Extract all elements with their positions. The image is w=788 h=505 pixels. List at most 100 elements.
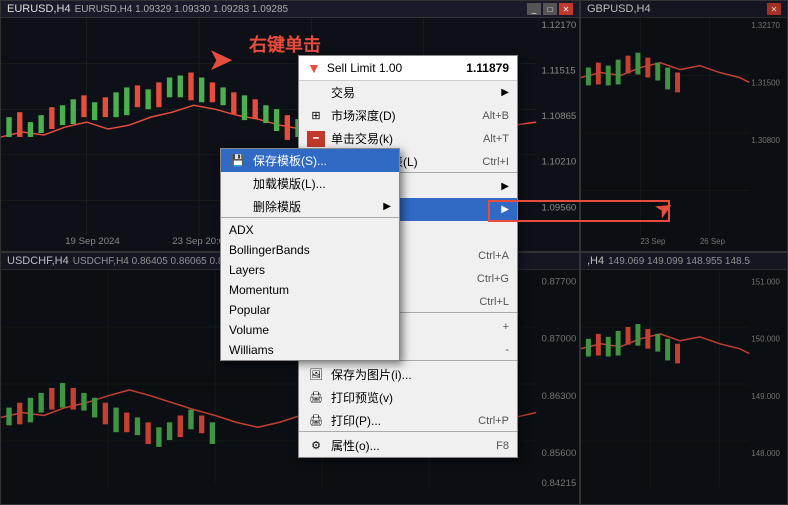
svg-text:1.30800: 1.30800 <box>751 136 780 145</box>
market-depth-label: 市场深度(D) <box>331 107 476 124</box>
main-container: EURUSD,H4 EURUSD,H4 1.09329 1.09330 1.09… <box>0 0 788 505</box>
print-preview-icon: 🖨 <box>307 390 325 406</box>
trade-label: 交易 <box>331 84 491 101</box>
properties-icon: ⚙ <box>307 438 325 454</box>
gbpusd-title: GBPUSD,H4 <box>587 3 651 15</box>
delete-submenu-arrow: ▶ <box>383 201 391 212</box>
period-submenu-arrow: ▶ <box>501 181 509 192</box>
menu-item-trade[interactable]: 交易 ▶ <box>299 81 517 104</box>
gbpusd-svg: 1.32170 1.31500 1.30800 23 Sep 26 Sep <box>581 18 787 248</box>
one-click-icon: ━ <box>307 131 325 147</box>
jpyusd-ohlc: 149.069 149.099 148.955 148.5 <box>608 256 750 267</box>
svg-text:0.87700: 0.87700 <box>542 277 577 287</box>
minimize-button[interactable]: _ <box>527 3 541 15</box>
menu-item-properties[interactable]: ⚙ 属性(o)... F8 <box>299 434 517 457</box>
gbpusd-title-bar: GBPUSD,H4 ✕ <box>581 1 787 18</box>
market-depth-shortcut: Alt+B <box>482 110 509 122</box>
popular-label: Popular <box>229 303 391 317</box>
layers-label: Layers <box>229 263 391 277</box>
one-click-shortcut: Alt+T <box>483 133 509 145</box>
svg-text:150.000: 150.000 <box>751 335 780 344</box>
svg-text:1.11515: 1.11515 <box>542 66 576 76</box>
bollinger-label: BollingerBands <box>229 243 391 257</box>
template-submenu-arrow: ▶ <box>501 204 509 215</box>
svg-text:0.85600: 0.85600 <box>542 448 577 458</box>
gbpusd-chart-body: 1.32170 1.31500 1.30800 23 Sep 26 Sep <box>581 18 787 248</box>
one-click-label: 单击交易(k) <box>331 130 477 147</box>
svg-text:26 Sep: 26 Sep <box>700 237 726 246</box>
jpyusd-title-bar: ,H4 149.069 149.099 148.955 148.5 <box>581 253 787 270</box>
svg-text:1.09560: 1.09560 <box>542 203 577 213</box>
annotation-arrow: ➤ <box>209 43 232 76</box>
eurusd-title: EURUSD,H4 <box>7 3 71 15</box>
submenu-item-bollinger[interactable]: BollingerBands <box>221 240 399 260</box>
jpyusd-chart-body: 151.000 150.000 149.000 148.000 <box>581 270 787 501</box>
williams-label: Williams <box>229 343 391 357</box>
submenu-item-delete-template[interactable]: 删除模版 ▶ <box>221 195 399 218</box>
close-button[interactable]: ✕ <box>559 3 573 15</box>
svg-text:1.12170: 1.12170 <box>542 20 577 30</box>
svg-text:1.10865: 1.10865 <box>542 111 577 121</box>
load-template-icon <box>229 176 247 192</box>
gbpusd-window-controls: ✕ <box>767 3 781 15</box>
trade-submenu-arrow: ▶ <box>501 87 509 98</box>
svg-text:1.10210: 1.10210 <box>542 157 577 167</box>
submenu-template: 💾 保存模板(S)... 加载模版(L)... 删除模版 ▶ ADX Bolli… <box>220 148 400 361</box>
jpyusd-title: ,H4 <box>587 255 604 267</box>
svg-text:0.84215: 0.84215 <box>542 479 577 489</box>
menu-item-one-click[interactable]: ━ 单击交易(k) Alt+T <box>299 127 517 150</box>
submenu-item-popular[interactable]: Popular <box>221 300 399 320</box>
svg-text:23 Sep: 23 Sep <box>640 237 666 246</box>
jpyusd-svg: 151.000 150.000 149.000 148.000 <box>581 270 787 501</box>
adx-label: ADX <box>229 223 391 237</box>
eurusd-title-bar: EURUSD,H4 EURUSD,H4 1.09329 1.09330 1.09… <box>1 1 579 18</box>
gbpusd-chart[interactable]: GBPUSD,H4 ✕ <box>580 0 788 252</box>
print-icon: 🖨 <box>307 413 325 429</box>
properties-label: 属性(o)... <box>331 437 490 454</box>
delete-template-label: 删除模版 <box>253 198 373 215</box>
gbpusd-close-button[interactable]: ✕ <box>767 3 781 15</box>
submenu-item-momentum[interactable]: Momentum <box>221 280 399 300</box>
submenu-item-layers[interactable]: Layers <box>221 260 399 280</box>
svg-text:1.32170: 1.32170 <box>751 21 780 30</box>
load-template-label: 加载模版(L)... <box>253 175 391 192</box>
svg-text:0.87000: 0.87000 <box>542 334 577 344</box>
save-template-label: 保存模板(S)... <box>253 152 391 169</box>
zoom-out-shortcut: - <box>505 344 509 356</box>
submenu-item-adx[interactable]: ADX <box>221 220 399 240</box>
svg-text:0.86300: 0.86300 <box>542 391 577 401</box>
save-image-label: 保存为图片(i)... <box>331 366 509 383</box>
indicators-shortcut: Ctrl+I <box>482 156 509 168</box>
svg-text:1.31500: 1.31500 <box>751 78 780 87</box>
market-depth-icon: ⊞ <box>307 108 325 124</box>
svg-text:149.000: 149.000 <box>751 392 780 401</box>
maximize-button[interactable]: □ <box>543 3 557 15</box>
volume2-label: Volume <box>229 323 391 337</box>
sell-limit-arrow-icon: ▼ <box>307 60 321 76</box>
print-label: 打印(P)... <box>331 412 472 429</box>
zoom-in-shortcut: + <box>503 321 509 333</box>
submenu-item-volume[interactable]: Volume <box>221 320 399 340</box>
print-shortcut: Ctrl+P <box>478 415 509 427</box>
svg-text:148.000: 148.000 <box>751 449 780 458</box>
svg-text:19 Sep 2024: 19 Sep 2024 <box>65 236 120 246</box>
auto-arrange-shortcut: Ctrl+A <box>478 250 509 262</box>
print-preview-label: 打印预览(v) <box>331 389 509 406</box>
save-image-icon: 🖼 <box>307 367 325 383</box>
usdchf-title: USDCHF,H4 <box>7 255 69 267</box>
menu-item-market-depth[interactable]: ⊞ 市场深度(D) Alt+B <box>299 104 517 127</box>
sell-limit-item[interactable]: ▼ Sell Limit 1.00 1.11879 <box>299 56 517 81</box>
save-template-icon: 💾 <box>229 153 247 169</box>
eurusd-ohlc: EURUSD,H4 1.09329 1.09330 1.09283 1.0928… <box>75 4 289 15</box>
jpyusd-chart[interactable]: ,H4 149.069 149.099 148.955 148.5 <box>580 252 788 505</box>
momentum-label: Momentum <box>229 283 391 297</box>
sell-limit-price: 1.11879 <box>466 61 509 75</box>
grid-shortcut: Ctrl+G <box>477 273 509 285</box>
menu-item-save-image[interactable]: 🖼 保存为图片(i)... <box>299 363 517 386</box>
submenu-item-save-template[interactable]: 💾 保存模板(S)... <box>221 149 399 172</box>
menu-item-print-preview[interactable]: 🖨 打印预览(v) <box>299 386 517 409</box>
submenu-item-williams[interactable]: Williams <box>221 340 399 360</box>
window-controls: _ □ ✕ <box>527 3 573 15</box>
submenu-item-load-template[interactable]: 加载模版(L)... <box>221 172 399 195</box>
menu-item-print[interactable]: 🖨 打印(P)... Ctrl+P <box>299 409 517 432</box>
